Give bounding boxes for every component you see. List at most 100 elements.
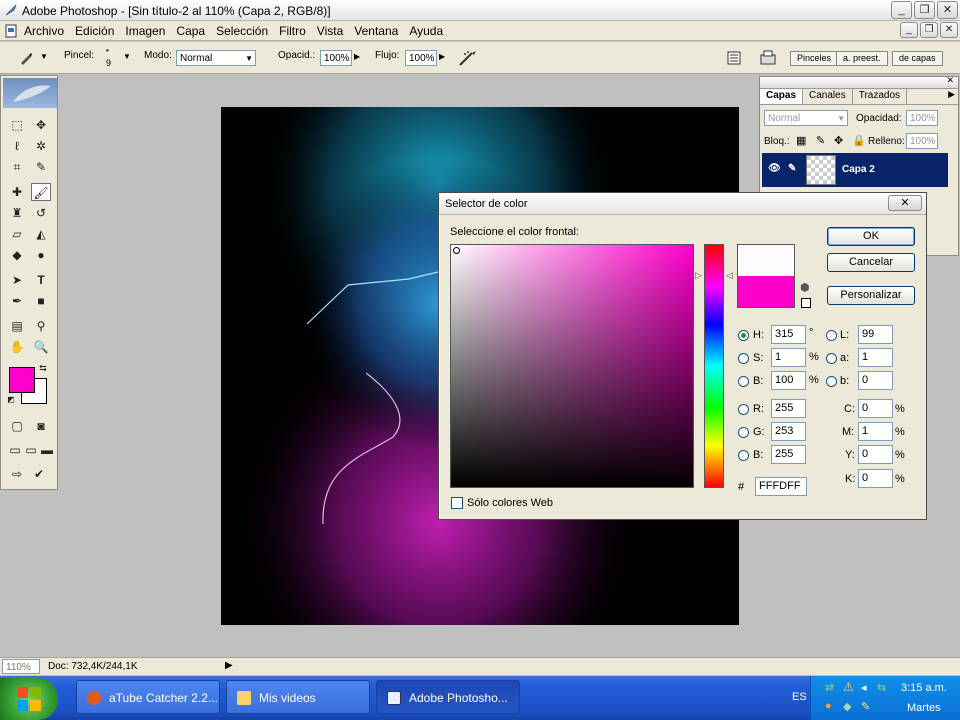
move-tool-icon[interactable]: ✥ bbox=[31, 116, 51, 134]
restore-button[interactable]: ❐ bbox=[914, 1, 935, 19]
eyedropper-tool-icon[interactable]: ⚲ bbox=[31, 317, 51, 335]
language-indicator[interactable]: ES bbox=[792, 691, 807, 703]
marquee-tool-icon[interactable]: ⬚ bbox=[7, 116, 27, 134]
paint-bucket-tool-icon[interactable]: ◭ bbox=[31, 225, 51, 243]
dodge-tool-icon[interactable]: ● bbox=[31, 246, 51, 264]
eraser-tool-icon[interactable]: ▱ bbox=[7, 225, 27, 243]
brush-tool-icon[interactable]: 🖌 bbox=[31, 183, 51, 201]
flujo-input[interactable]: 100% bbox=[405, 50, 437, 66]
opacidad-arrow[interactable]: ▶ bbox=[354, 52, 360, 61]
fill-input[interactable]: 100% bbox=[906, 133, 938, 149]
radio-h[interactable] bbox=[738, 330, 749, 341]
task-atube-catcher[interactable]: aTube Catcher 2.2... bbox=[76, 680, 220, 714]
current-color-preview[interactable] bbox=[737, 276, 795, 308]
b-input[interactable]: 100 bbox=[771, 371, 806, 390]
radio-lab-b[interactable] bbox=[826, 376, 837, 387]
clock-time[interactable]: 3:15 a.m. bbox=[901, 682, 947, 694]
default-colors-icon[interactable]: ◩ bbox=[5, 394, 17, 406]
cancel-button[interactable]: Cancelar bbox=[827, 253, 915, 272]
layer-opacity-input[interactable]: 100% bbox=[906, 110, 938, 126]
doc-minimize-button[interactable]: _ bbox=[900, 22, 918, 38]
preset-dropdown-arrow[interactable]: ▼ bbox=[40, 52, 48, 61]
menu-filtro[interactable]: Filtro bbox=[279, 24, 306, 38]
radio-b[interactable] bbox=[738, 376, 749, 387]
blur-tool-icon[interactable]: ◆ bbox=[7, 246, 27, 264]
toolbox-logo[interactable] bbox=[3, 78, 57, 108]
opacidad-input[interactable]: 100% bbox=[320, 50, 352, 66]
airbrush-icon[interactable] bbox=[458, 49, 478, 67]
hue-slider-right-arrow[interactable]: ◁ bbox=[726, 270, 733, 281]
menu-vista[interactable]: Vista bbox=[317, 24, 343, 38]
menu-imagen[interactable]: Imagen bbox=[125, 24, 165, 38]
shape-tool-icon[interactable]: ■ bbox=[31, 292, 51, 310]
color-field[interactable] bbox=[450, 244, 694, 488]
network-icon[interactable]: ⇄ bbox=[825, 681, 834, 694]
tool-icon[interactable]: ✎ bbox=[861, 700, 870, 713]
brush-tool-preset-icon[interactable] bbox=[18, 50, 34, 66]
history-brush-tool-icon[interactable]: ↺ bbox=[31, 204, 51, 222]
healing-brush-tool-icon[interactable]: ✚ bbox=[7, 183, 27, 201]
brush-dot-icon[interactable]: • bbox=[106, 46, 109, 55]
r-input[interactable]: 255 bbox=[771, 399, 806, 418]
lock-all-icon[interactable]: 🔒 bbox=[852, 134, 866, 147]
web-safe-swatch[interactable] bbox=[801, 298, 811, 308]
layer-blend-mode-select[interactable]: Normal ▼ bbox=[764, 110, 848, 126]
custom-colors-button[interactable]: Personalizar bbox=[827, 286, 915, 305]
doc-restore-button[interactable]: ❐ bbox=[920, 22, 938, 38]
dialog-close-button[interactable]: ✕ bbox=[888, 195, 922, 211]
k-input[interactable]: 0 bbox=[858, 469, 893, 488]
m-input[interactable]: 1 bbox=[858, 422, 893, 441]
jump-to-imageready-icon[interactable]: ⇨ bbox=[7, 465, 27, 483]
standard-mode-icon[interactable]: ▢ bbox=[7, 417, 27, 435]
close-button[interactable]: ✕ bbox=[937, 1, 958, 19]
radio-rgb-b[interactable] bbox=[738, 450, 749, 461]
radio-a[interactable] bbox=[826, 353, 837, 364]
y-input[interactable]: 0 bbox=[858, 445, 893, 464]
radio-g[interactable] bbox=[738, 427, 749, 438]
radio-r[interactable] bbox=[738, 404, 749, 415]
menu-seleccion[interactable]: Selección bbox=[216, 24, 268, 38]
file-browser-icon[interactable] bbox=[758, 48, 778, 68]
layers-panel-titlebar[interactable]: ✕ bbox=[760, 75, 958, 89]
zoom-input[interactable]: 110% bbox=[2, 659, 40, 674]
type-tool-icon[interactable]: T bbox=[31, 271, 51, 289]
hue-slider-left-arrow[interactable]: ▷ bbox=[695, 270, 702, 281]
a-input[interactable]: 1 bbox=[858, 348, 893, 367]
dock-tab-capas[interactable]: de capas bbox=[892, 51, 943, 66]
dock-tab-preest[interactable]: a. preest. bbox=[836, 51, 888, 66]
lock-transparency-icon[interactable]: ▦ bbox=[796, 134, 806, 147]
tab-capas[interactable]: Capas bbox=[760, 89, 804, 104]
hand-tool-icon[interactable]: ✋ bbox=[7, 338, 27, 356]
lock-pixels-icon[interactable]: ✎ bbox=[816, 134, 825, 147]
foreground-color-swatch[interactable] bbox=[9, 367, 35, 393]
g-input[interactable]: 253 bbox=[771, 422, 806, 441]
ok-button[interactable]: OK bbox=[827, 227, 915, 246]
screen-mode-full-icon[interactable]: ▬ bbox=[37, 441, 57, 459]
task-mis-videos[interactable]: Mis videos bbox=[226, 680, 370, 714]
path-selection-tool-icon[interactable]: ➤ bbox=[7, 271, 27, 289]
warning-icon[interactable]: ⚠ bbox=[843, 680, 854, 694]
notes-tool-icon[interactable]: ▤ bbox=[7, 317, 27, 335]
rgb-b-input[interactable]: 255 bbox=[771, 445, 806, 464]
eye-icon[interactable]: 👁 bbox=[768, 163, 781, 174]
hue-slider[interactable] bbox=[704, 244, 724, 488]
menu-edicion[interactable]: Edición bbox=[75, 24, 114, 38]
layer-row[interactable]: 👁 ✎ Capa 2 bbox=[762, 153, 948, 187]
menu-ayuda[interactable]: Ayuda bbox=[409, 24, 443, 38]
s-input[interactable]: 1 bbox=[771, 348, 806, 367]
pen-tool-icon[interactable]: ✒ bbox=[7, 292, 27, 310]
lasso-tool-icon[interactable]: ℓ bbox=[7, 137, 27, 155]
radio-s[interactable] bbox=[738, 353, 749, 364]
menu-ventana[interactable]: Ventana bbox=[354, 24, 398, 38]
brush-dropdown-arrow[interactable]: ▼ bbox=[123, 52, 131, 61]
palette-well-icon[interactable] bbox=[726, 50, 742, 66]
task-adobe-photoshop[interactable]: Adobe Photosho... bbox=[376, 680, 520, 714]
document-icon[interactable] bbox=[4, 24, 18, 38]
hex-input[interactable]: FFFDFF bbox=[755, 477, 807, 496]
h-input[interactable]: 315 bbox=[771, 325, 806, 344]
volume-icon[interactable]: ◂ bbox=[861, 681, 867, 694]
dialog-titlebar[interactable]: Selector de color ✕ bbox=[439, 193, 926, 215]
update-icon[interactable]: ● bbox=[825, 700, 832, 712]
web-colors-checkbox[interactable] bbox=[451, 497, 463, 509]
status-menu-arrow[interactable]: ▶ bbox=[225, 660, 233, 671]
